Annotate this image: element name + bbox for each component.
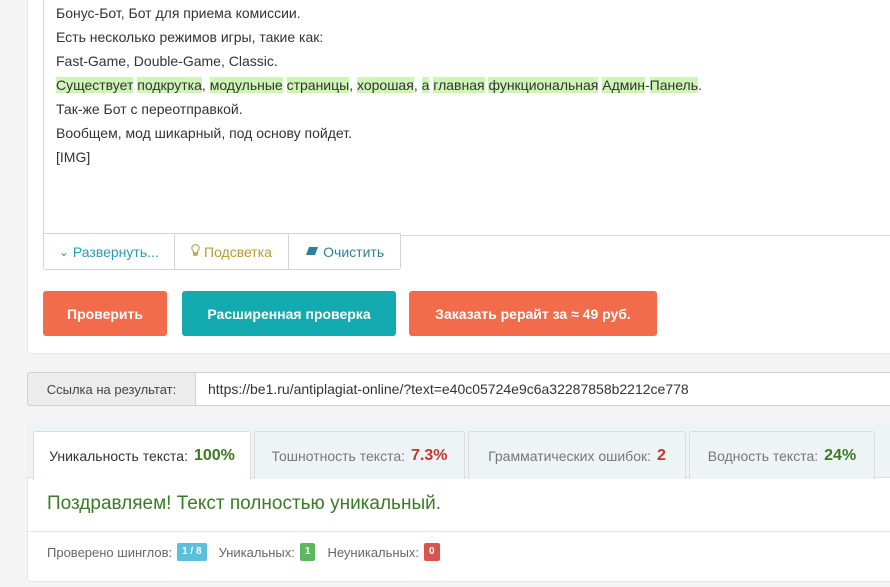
editor-line: Так-же Бот с переотправкой. <box>56 101 243 117</box>
chevron-down-icon: ⌄ <box>58 244 69 259</box>
highlighted-word: модульные <box>209 77 283 93</box>
editor-line-highlighted: Существует подкрутка, модульные страницы… <box>56 77 702 93</box>
result-link-label: Ссылка на результат: <box>27 372 196 406</box>
highlighted-word: страницы <box>286 77 350 93</box>
tab-uniqueness[interactable]: Уникальность текста: 100% <box>33 431 251 480</box>
nonunique-label: Неуникальных: <box>327 544 420 560</box>
result-link-field[interactable]: https://be1.ru/antiplagiat-online/?text=… <box>196 372 890 406</box>
clear-label: Очистить <box>323 243 385 260</box>
extended-check-button[interactable]: Расширенная проверка <box>182 291 396 336</box>
tab-wateriness[interactable]: Водность текста: 24% <box>689 431 875 479</box>
editor-line: Есть несколько режимов игры, такие как: <box>56 29 324 45</box>
unique-badge: 1 <box>299 543 316 561</box>
expand-label: Развернуть... <box>72 243 159 260</box>
highlight-button[interactable]: Подсветка <box>175 234 290 269</box>
highlighted-word: Существует <box>56 77 134 93</box>
divider <box>28 531 890 532</box>
highlighted-word: хорошая <box>357 77 414 93</box>
editor-line: Бонус-Бот, Бот для приема комиссии. <box>56 5 301 21</box>
result-link-row: Ссылка на результат: https://be1.ru/anti… <box>27 372 890 406</box>
highlighted-word: подкрутка <box>137 77 202 93</box>
highlight-label: Подсветка <box>204 243 272 260</box>
shingles-stats: Проверено шинглов: 1 / 8 Уникальных: 1 Н… <box>47 543 452 561</box>
editor-line: Вообщем, мод шикарный, под основу пойдет… <box>56 125 352 141</box>
highlighted-word: функциональная <box>488 77 599 93</box>
highlighted-word: а <box>421 77 430 93</box>
order-rewrite-button[interactable]: Заказать рерайт за ≈ 49 руб. <box>409 291 657 336</box>
tab-value: 2 <box>657 446 666 464</box>
highlighted-word: Админ <box>602 77 645 93</box>
clear-button[interactable]: Очистить <box>289 234 400 269</box>
tab-value: 24% <box>824 446 857 464</box>
highlighted-word: главная <box>433 77 485 93</box>
editor-line: Fast-Game, Double-Game, Classic. <box>56 53 278 69</box>
result-message: Поздравляем! Текст полностью уникальный. <box>47 493 441 514</box>
shingles-label: Проверено шинглов: <box>47 544 173 560</box>
editor-toolbar: ⌄ Развернуть... Подсветка Очистить <box>43 233 401 270</box>
lightbulb-icon <box>191 244 200 259</box>
eraser-icon <box>305 245 319 259</box>
shingles-badge: 1 / 8 <box>177 543 207 561</box>
tab-value: 7.3% <box>411 446 448 464</box>
expand-button[interactable]: ⌄ Развернуть... <box>44 234 175 269</box>
text-editor[interactable]: Бонус-Бот, Бот для приема комиссии. Есть… <box>43 0 890 236</box>
nonunique-badge: 0 <box>424 543 440 561</box>
highlighted-word: Панель <box>649 77 699 93</box>
tab-value: 100% <box>193 447 235 464</box>
tab-label: Уникальность текста: <box>49 448 188 464</box>
tab-label: Водность текста: <box>707 447 819 464</box>
tab-nausea[interactable]: Тошнотность текста: 7.3% <box>254 431 465 479</box>
tab-label: Грамматических ошибок: <box>488 447 651 464</box>
unique-label: Уникальных: <box>218 544 295 560</box>
tab-grammar[interactable]: Грамматических ошибок: 2 <box>468 431 686 479</box>
check-button[interactable]: Проверить <box>43 291 167 336</box>
editor-line: [IMG] <box>56 149 91 165</box>
tab-label: Тошнотность текста: <box>271 447 405 464</box>
